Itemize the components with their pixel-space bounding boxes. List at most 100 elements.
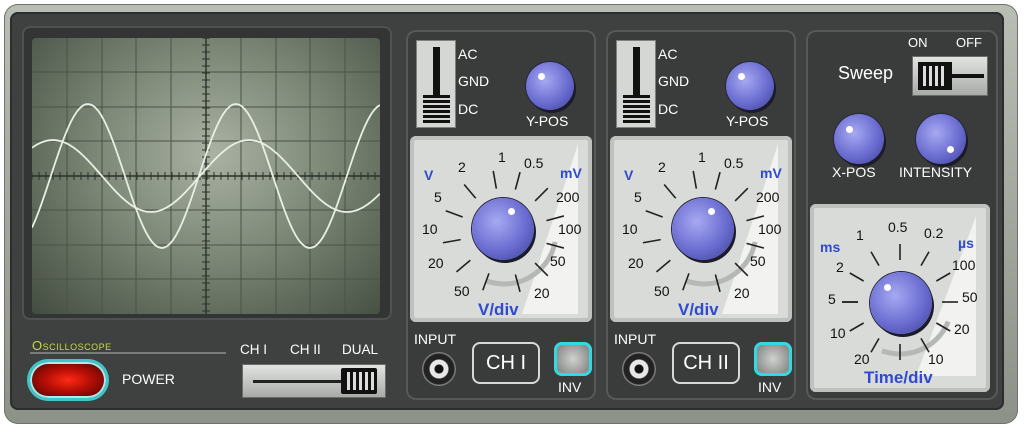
channel-button[interactable]: CH I [472,342,540,384]
sweep-switch[interactable] [912,56,988,96]
dial-tick [714,171,721,190]
dial-tick [734,187,749,202]
invert-label: INV [558,379,582,395]
graticule-axes [32,38,380,314]
dial-tick [442,238,461,244]
sweep-switch-track [950,74,984,78]
volts-div-label: 20 [428,255,444,271]
volts-div-label: 10 [622,221,638,237]
dial-tick [514,171,521,190]
sweep-off-label: OFF [956,35,982,50]
timebase-dial-plate: ms µs 1 0.5 0.2 100 50 20 10 20 10 5 2 T… [810,204,990,392]
dial-tick [692,170,698,189]
timebase-label: 0.5 [888,219,908,235]
volts-div-label: 2 [658,159,666,175]
ypos-label: Y-POS [726,113,769,129]
dial-tick [445,210,463,218]
dial-tick [455,259,471,273]
volts-div-knob[interactable] [672,198,734,260]
dial-tick [492,170,498,189]
coupling-gnd-label: GND [458,73,490,89]
sweep-label: Sweep [838,63,894,83]
graticule-ticks [32,38,376,312]
volts-div-label: 100 [558,221,582,237]
timebase-knob[interactable] [870,272,932,334]
volts-div-label: 5 [434,189,442,205]
volts-div-label: 100 [758,221,782,237]
power-button[interactable] [30,362,106,398]
timebase-us-label: µs [958,235,974,251]
brand-divider [30,352,226,354]
dial-tick [463,183,477,199]
mode-selector-switch[interactable] [242,364,386,398]
volts-div-label: 200 [556,189,580,205]
volts-div-label: 50 [454,283,470,299]
mode-label-dual: DUAL [342,342,379,357]
input-label: INPUT [414,331,456,347]
input-label: INPUT [614,331,656,347]
timebase-label: 10 [928,351,944,367]
volts-div-dial-plate: V mV 5 2 1 0.5 200 100 50 20 10 20 50 V/… [410,136,592,322]
volts-div-unit-label: V/div [478,300,519,319]
volts-div-label: 20 [534,285,550,301]
timebase-label: 5 [828,291,836,307]
channel-button[interactable]: CH II [672,342,740,384]
mode-switch-handle[interactable] [341,368,377,394]
invert-button[interactable] [754,342,792,376]
volts-div-label: 50 [750,253,766,269]
volts-div-label: 0.5 [524,155,544,171]
mode-label-ch1: CH I [240,342,267,357]
volts-v-label: V [424,167,434,183]
ypos-knob[interactable] [526,62,574,110]
timebase-label: 100 [952,257,976,273]
coupling-switch[interactable] [416,40,456,128]
coupling-switch-handle[interactable] [623,95,650,123]
coupling-ac-label: AC [458,46,478,62]
volts-div-label: 50 [550,253,566,269]
coupling-ac-label: AC [658,46,678,62]
intensity-knob[interactable] [916,114,966,164]
dial-tick [663,183,677,199]
coupling-switch-handle[interactable] [423,95,450,123]
volts-div-label: 200 [756,189,780,205]
volts-div-label: 20 [734,285,750,301]
volts-div-unit-label: V/div [678,300,719,319]
ypos-label: Y-POS [526,113,569,129]
invert-button[interactable] [554,342,592,376]
invert-label: INV [758,379,782,395]
dial-tick [849,322,865,332]
brand-label: Oscilloscope [32,338,112,353]
dial-tick [534,187,549,202]
dial-tick [655,259,671,273]
xpos-knob[interactable] [834,114,884,164]
volts-div-label: 20 [628,255,644,271]
dial-tick [920,251,930,267]
coupling-dc-label: DC [458,101,479,117]
input-jack[interactable] [622,352,656,386]
timebase-label: 0.2 [924,225,944,241]
dial-tick [935,272,951,282]
input-jack[interactable] [422,352,456,386]
timebase-ms-label: ms [820,239,841,255]
power-label: POWER [122,371,175,387]
volts-div-label: 50 [654,283,670,299]
timebase-label: 10 [830,325,846,341]
coupling-dc-label: DC [658,101,679,117]
coupling-switch[interactable] [616,40,656,128]
dial-tick [849,272,865,282]
timebase-label: 50 [962,289,978,305]
intensity-label: INTENSITY [899,164,973,180]
timebase-label: 20 [954,321,970,337]
timebase-label: 2 [836,259,844,275]
dial-tick [645,210,663,218]
dial-tick [642,238,661,244]
ypos-knob[interactable] [726,62,774,110]
coupling-gnd-label: GND [658,73,690,89]
volts-div-label: 1 [698,149,706,165]
display-screen [32,38,380,314]
mode-label-ch2: CH II [290,342,321,357]
volts-div-dial-plate: V mV 5 2 1 0.5 200 100 50 20 10 20 50 V/… [610,136,792,322]
sweep-switch-handle[interactable] [918,62,952,90]
volts-div-knob[interactable] [472,198,534,260]
dial-tick [870,337,880,353]
